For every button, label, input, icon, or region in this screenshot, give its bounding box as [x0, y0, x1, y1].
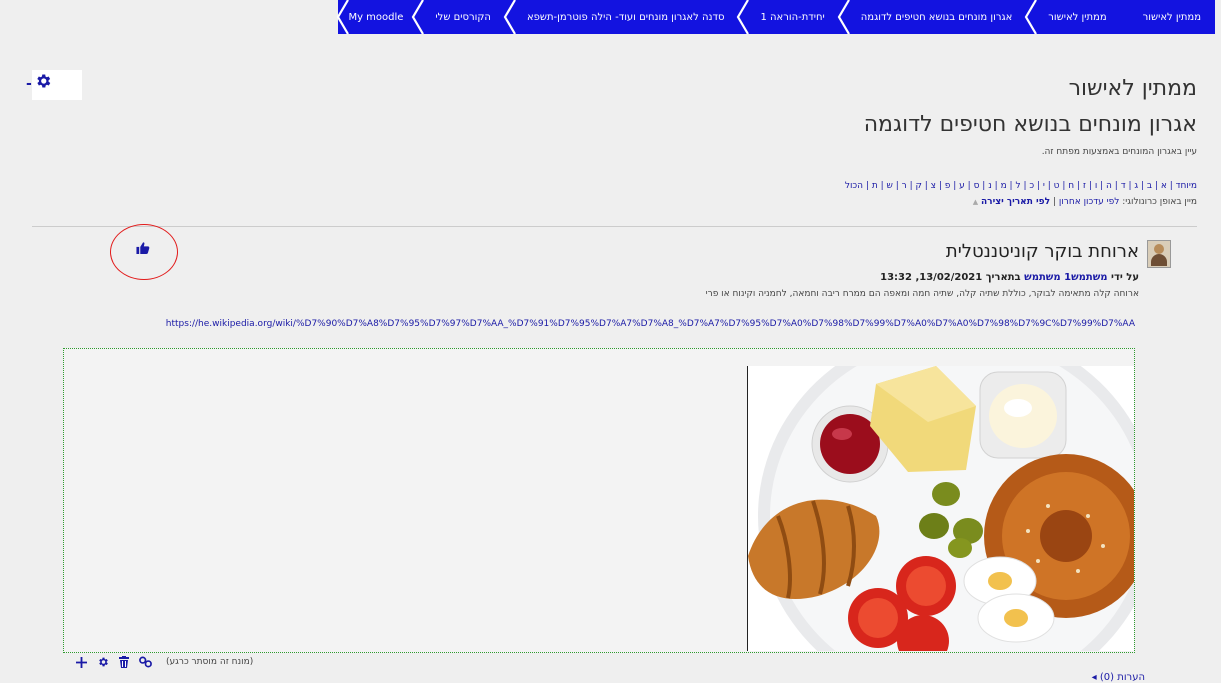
alphabet-separator: | [979, 181, 989, 191]
entry-date: 13/02/2021, 13:32 [880, 272, 983, 283]
breadcrumb-my-courses[interactable]: הקורסים שלי [412, 0, 505, 34]
alphabet-letter-link[interactable]: מיוחד [1176, 181, 1197, 191]
entry-actions: (מונח זה מוסתר כרגע) [76, 653, 253, 671]
alphabet-letter-link[interactable]: הכול [845, 181, 863, 191]
breadcrumb-pending[interactable]: ממתין לאישור [1025, 0, 1120, 34]
delete-icon[interactable] [119, 656, 129, 668]
breadcrumb-label: ממתין לאישור [1048, 11, 1107, 23]
alphabet-index: מיוחד | א | ב | ג | ד | ה | ו | ז | ח | … [845, 181, 1197, 191]
breadcrumb-glossary[interactable]: אגרון מונחים בנושא חטיפים לדוגמה [837, 0, 1027, 34]
date-prefix: בתאריך [985, 272, 1021, 283]
sort-by-created-link[interactable]: לפי תאריך יצירה [981, 197, 1050, 207]
breadcrumb-label: סדנה לאגרון מונחים ועוד- הילה פוטרמן-תשפ… [526, 11, 725, 23]
alphabet-separator: | [991, 181, 1001, 191]
page-settings-menu[interactable]: - [26, 70, 82, 100]
author-prefix: על ידי [1111, 272, 1139, 283]
alphabet-separator: | [863, 181, 872, 191]
breadcrumb-my-moodle[interactable]: My moodle [337, 0, 413, 34]
glossary-title: אגרון מונחים בנושא חטיפים לדוגמה [863, 112, 1197, 137]
alphabet-separator: | [921, 181, 931, 191]
chevron-separator-icon [337, 0, 350, 34]
alphabet-separator: | [877, 181, 887, 191]
chevron-separator-icon [837, 0, 850, 34]
page-title: ממתין לאישור [1068, 76, 1197, 101]
alphabet-separator: | [1086, 181, 1095, 191]
entry-url-link[interactable]: https://he.wikipedia.org/wiki/%D7%90%D7%… [166, 319, 1135, 329]
settings-icon[interactable] [97, 656, 109, 668]
entry-hidden-note: (מונח זה מוסתר כרגע) [166, 657, 254, 667]
alphabet-separator: | [1097, 181, 1107, 191]
entry-author-line: על ידי משתמש1 משתמש בתאריך 13/02/2021, 1… [880, 272, 1139, 283]
alphabet-separator: | [964, 181, 974, 191]
like-icon[interactable] [136, 242, 150, 254]
avatar[interactable] [1147, 240, 1171, 268]
alphabet-separator: | [1138, 181, 1147, 191]
breadcrumb-label: אגרון מונחים בנושא חטיפים לדוגמה [860, 11, 1013, 23]
breadcrumb-label: ממתין לאישור [1142, 11, 1201, 23]
entry-definition: ארוחה קלה מתאימה לבוקר, כוללת שתיה קלה, … [705, 289, 1139, 299]
alphabet-separator: | [1074, 181, 1083, 191]
alphabet-separator: | [1044, 181, 1054, 191]
sort-by-update-link[interactable]: לפי עדכון אחרון [1059, 197, 1120, 207]
alphabet-separator: | [1166, 181, 1176, 191]
sort-options: מיין באופן כרונולוגי: לפי עדכון אחרון | … [973, 197, 1197, 207]
alphabet-separator: | [1059, 181, 1069, 191]
comments-link[interactable]: ◂ הערות (0) [1092, 672, 1145, 683]
alphabet-separator: | [1111, 181, 1121, 191]
alphabet-separator: | [936, 181, 945, 191]
link-icon[interactable] [139, 656, 152, 668]
breadcrumb-label: יחידת-הוראה 1 [760, 11, 825, 23]
breadcrumb-label: הקורסים שלי [435, 11, 491, 23]
divider [32, 226, 1197, 227]
chevron-separator-icon [737, 0, 750, 34]
alphabet-separator: | [906, 181, 916, 191]
alphabet-separator: | [1152, 181, 1161, 191]
chevron-separator-icon [1025, 0, 1038, 34]
alphabet-separator: | [892, 181, 902, 191]
breakfast-photo [747, 366, 1134, 651]
breadcrumb-course[interactable]: סדנה לאגרון מונחים ועוד- הילה פוטרמן-תשפ… [503, 0, 738, 34]
breakfast-illustration [748, 366, 1134, 651]
breadcrumb-label: My moodle [348, 11, 404, 23]
breadcrumb-unit[interactable]: יחידת-הוראה 1 [737, 0, 838, 34]
glossary-intro: עיין באגרון המונחים באמצעות מפתח זה. [1041, 147, 1197, 157]
breadcrumb-pending-current[interactable]: ממתין לאישור [1121, 0, 1215, 34]
menu-caret: - [26, 76, 32, 92]
sort-label: מיין באופן כרונולוגי: [1122, 197, 1197, 207]
sort-asc-icon: ▲ [972, 198, 979, 206]
add-icon[interactable] [76, 656, 87, 668]
gear-icon[interactable] [34, 72, 52, 90]
sort-divider: | [1052, 197, 1056, 207]
chevron-separator-icon [503, 0, 516, 34]
comments-caret-icon: ◂ [1091, 672, 1097, 683]
comments-label: הערות (0) [1099, 672, 1145, 683]
breadcrumb: My moodle הקורסים שלי סדנה לאגרון מונחים… [337, 0, 1215, 34]
author-link[interactable]: משתמש1 משתמש [1024, 272, 1107, 283]
chevron-separator-icon [412, 0, 425, 34]
alphabet-separator: | [950, 181, 960, 191]
alphabet-separator: | [1034, 181, 1043, 191]
entry-title: ארוחת בוקר קוניטננטלית [945, 241, 1139, 262]
